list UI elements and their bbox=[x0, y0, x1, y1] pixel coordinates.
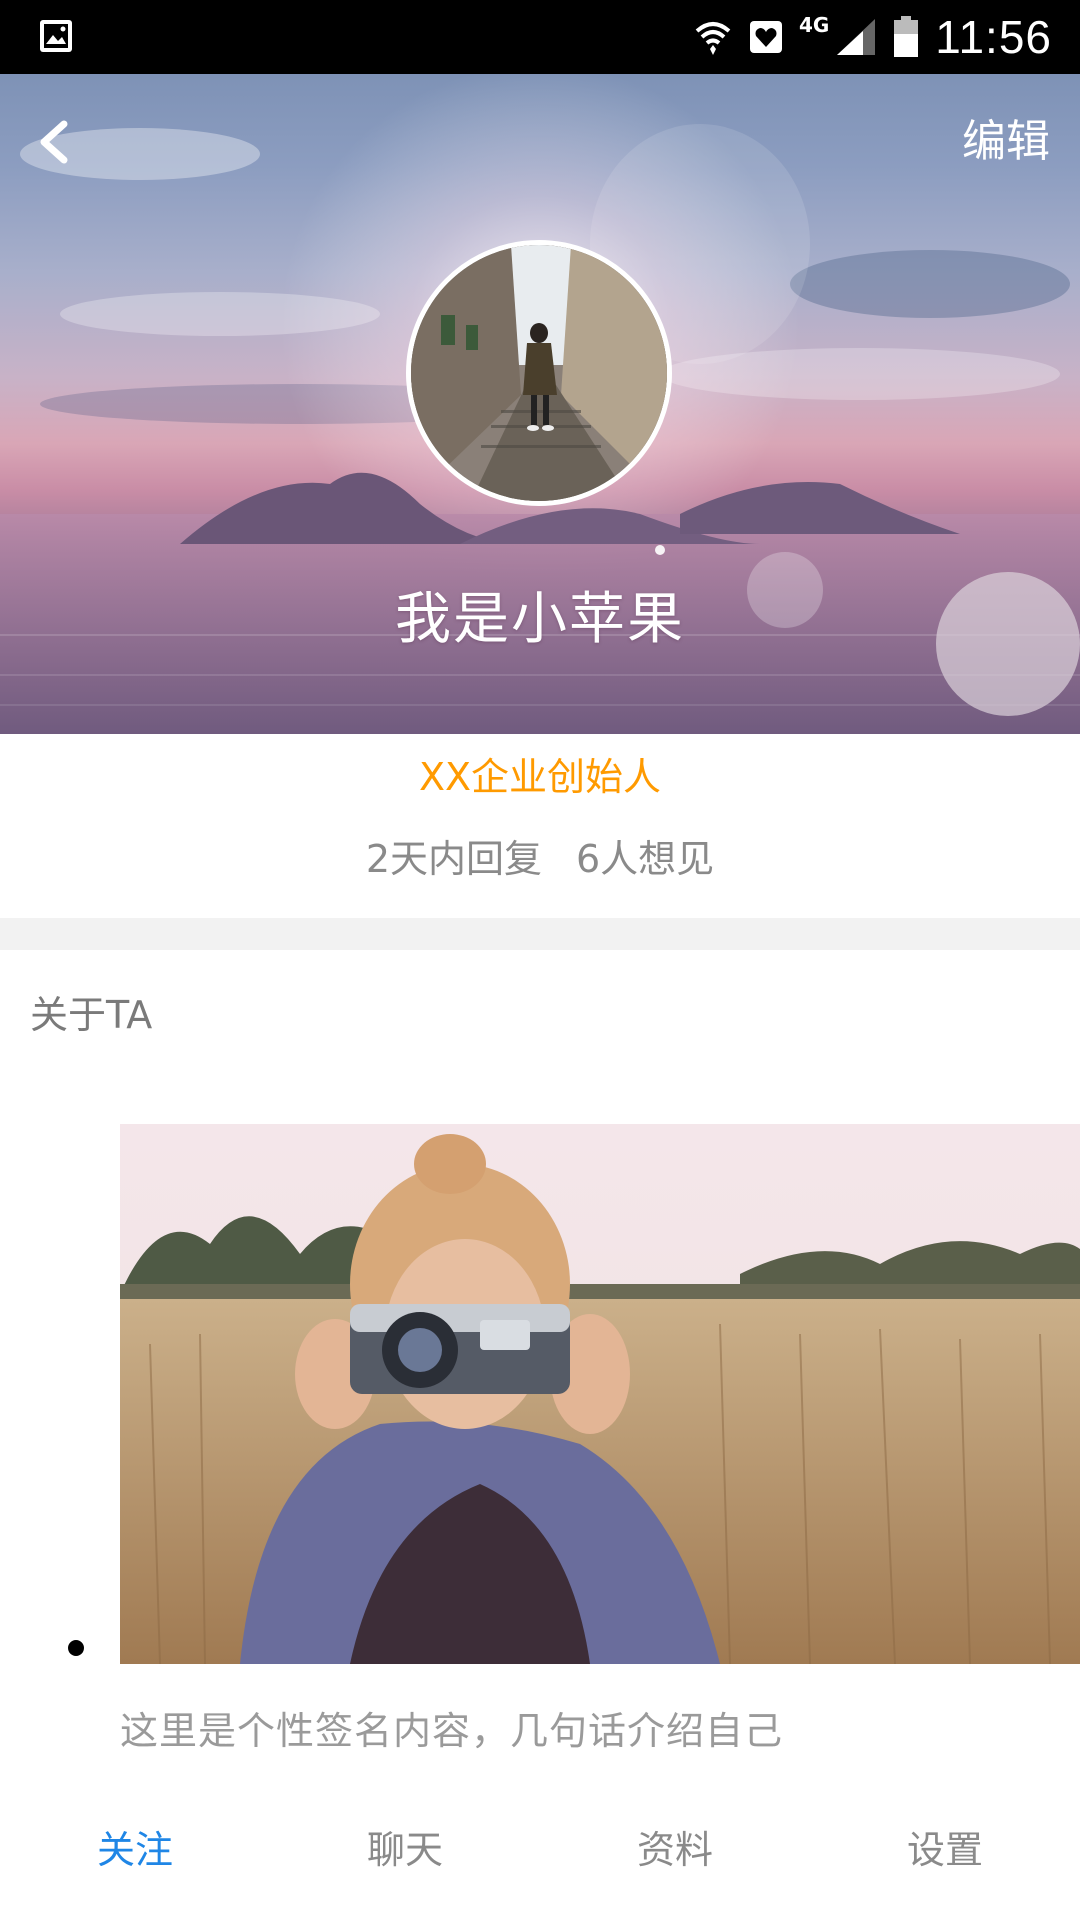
reply-time: 2天内回复 bbox=[365, 837, 542, 881]
profile-role: XX企业创始人 bbox=[418, 755, 662, 799]
edit-button[interactable]: 编辑 bbox=[962, 110, 1050, 174]
about-photo-image bbox=[120, 1124, 1080, 1664]
tab-settings[interactable]: 设置 bbox=[810, 1800, 1080, 1920]
tab-profile-info[interactable]: 资料 bbox=[540, 1800, 810, 1920]
profile-name: 我是小苹果 bbox=[395, 587, 685, 652]
status-bar: 4G 11:56 bbox=[0, 0, 1080, 74]
tab-chat[interactable]: 聊天 bbox=[270, 1800, 540, 1920]
section-divider bbox=[0, 918, 1080, 950]
network-type: 4G bbox=[798, 13, 830, 37]
floating-action-circle[interactable] bbox=[936, 572, 1080, 716]
tab-follow[interactable]: 关注 bbox=[0, 1800, 270, 1920]
profile-stats: 2天内回复 6人想见 bbox=[0, 828, 1080, 883]
battery-icon bbox=[894, 16, 919, 57]
bottom-tab-bar: 关注 聊天 资料 设置 bbox=[0, 1800, 1080, 1920]
wifi-icon bbox=[695, 22, 731, 55]
heart-icon bbox=[749, 21, 782, 53]
avatar[interactable] bbox=[406, 240, 672, 506]
list-bullet bbox=[68, 1640, 84, 1656]
gallery-icon bbox=[40, 20, 72, 52]
back-chevron-icon[interactable] bbox=[26, 110, 86, 174]
profile-screen: 4G 11:56 编辑 我是小苹果 XX企业创始人 2天内回复 6人想见 关于T… bbox=[0, 0, 1080, 1920]
want-to-meet-count: 6人想见 bbox=[576, 837, 715, 881]
about-section-title: 关于TA bbox=[30, 993, 153, 1037]
clock: 11:56 bbox=[935, 11, 1052, 63]
profile-header: 编辑 我是小苹果 bbox=[0, 74, 1080, 734]
avatar-photo bbox=[411, 245, 667, 501]
about-photo[interactable] bbox=[120, 1124, 1080, 1664]
signature-text: 这里是个性签名内容，几句话介绍自己 bbox=[120, 1709, 784, 1753]
signal-icon bbox=[837, 19, 876, 55]
